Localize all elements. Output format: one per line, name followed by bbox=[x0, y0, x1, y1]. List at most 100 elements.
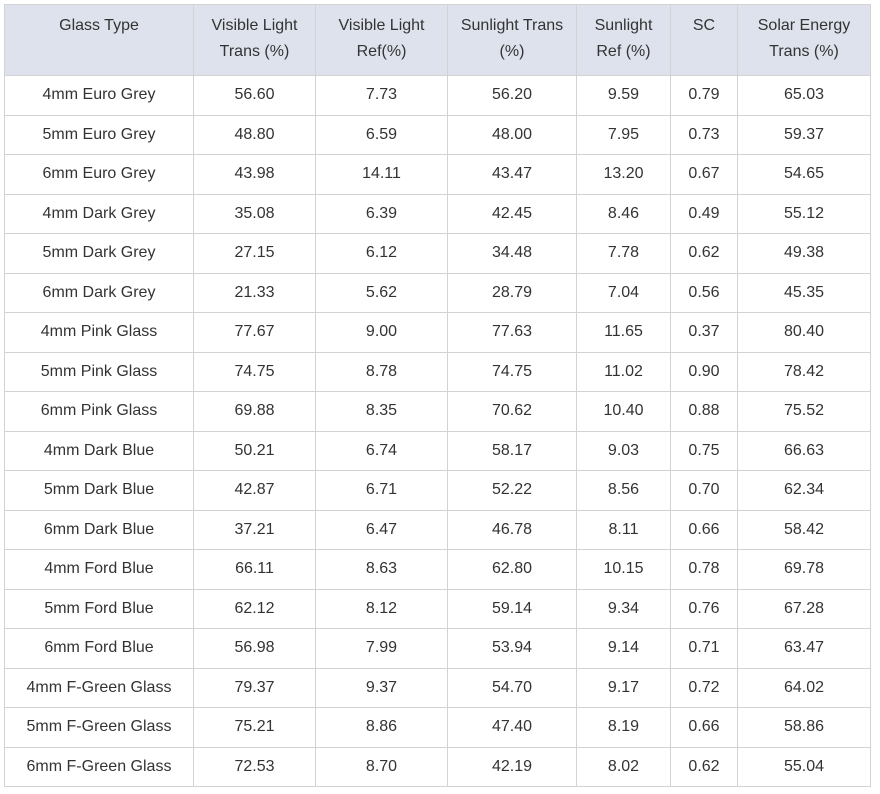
glass-spec-table-container: Glass Type Visible Light Trans (%) Visib… bbox=[4, 4, 871, 787]
cell-sunlight-ref: 8.46 bbox=[576, 193, 671, 234]
table-body: 4mm Euro Grey 56.60 7.73 56.20 9.59 0.79 65.03… bbox=[4, 75, 871, 787]
cell-glass-type: 4mm F-Green Glass bbox=[4, 667, 194, 708]
cell-visible-light-ref: 6.39 bbox=[315, 193, 448, 234]
cell-glass-type: 4mm Dark Blue bbox=[4, 430, 194, 471]
cell-visible-light-ref: 5.62 bbox=[315, 272, 448, 313]
table-row: 6mm F-Green Glass 72.53 8.70 42.19 8.02 0.62 5… bbox=[4, 746, 871, 787]
cell-sc: 0.78 bbox=[670, 549, 738, 590]
cell-sunlight-ref: 8.02 bbox=[576, 746, 671, 787]
cell-glass-type: 5mm Dark Grey bbox=[4, 233, 194, 274]
table-row: 5mm Euro Grey 48.80 6.59 48.00 7.95 0.73 59.37 bbox=[4, 114, 871, 155]
cell-glass-type: 5mm Pink Glass bbox=[4, 351, 194, 392]
table-row: 4mm Pink Glass 77.67 9.00 77.63 11.65 0.37 80.… bbox=[4, 312, 871, 353]
cell-visible-light-ref: 6.59 bbox=[315, 114, 448, 155]
cell-visible-light-trans: 43.98 bbox=[193, 154, 316, 195]
cell-solar-energy-trans: 65.03 bbox=[737, 75, 871, 116]
table-row: 6mm Ford Blue 56.98 7.99 53.94 9.14 0.71 63.47 bbox=[4, 628, 871, 669]
cell-sunlight-ref: 7.04 bbox=[576, 272, 671, 313]
table-row: 4mm Ford Blue 66.11 8.63 62.80 10.15 0.78 69.7… bbox=[4, 549, 871, 590]
cell-sunlight-ref: 8.56 bbox=[576, 470, 671, 511]
cell-sunlight-ref: 10.15 bbox=[576, 549, 671, 590]
col-header-solar-energy-trans: Solar Energy Trans (%) bbox=[737, 4, 871, 76]
cell-sunlight-ref: 9.59 bbox=[576, 75, 671, 116]
cell-sc: 0.37 bbox=[670, 312, 738, 353]
cell-sunlight-trans: 42.19 bbox=[447, 746, 577, 787]
cell-sunlight-trans: 59.14 bbox=[447, 588, 577, 629]
cell-visible-light-ref: 7.73 bbox=[315, 75, 448, 116]
cell-glass-type: 5mm Dark Blue bbox=[4, 470, 194, 511]
cell-visible-light-trans: 42.87 bbox=[193, 470, 316, 511]
table-row: 6mm Dark Grey 21.33 5.62 28.79 7.04 0.56 45.35 bbox=[4, 272, 871, 313]
cell-glass-type: 5mm Euro Grey bbox=[4, 114, 194, 155]
cell-solar-energy-trans: 58.42 bbox=[737, 509, 871, 550]
table-row: 5mm Pink Glass 74.75 8.78 74.75 11.02 0.90 78.… bbox=[4, 351, 871, 392]
cell-glass-type: 6mm F-Green Glass bbox=[4, 746, 194, 787]
cell-visible-light-trans: 35.08 bbox=[193, 193, 316, 234]
cell-sc: 0.62 bbox=[670, 233, 738, 274]
header-row: Glass Type Visible Light Trans (%) Visib… bbox=[4, 4, 871, 76]
cell-sc: 0.71 bbox=[670, 628, 738, 669]
table-row: 4mm Dark Blue 50.21 6.74 58.17 9.03 0.75 66.63 bbox=[4, 430, 871, 471]
cell-sc: 0.56 bbox=[670, 272, 738, 313]
cell-sunlight-trans: 77.63 bbox=[447, 312, 577, 353]
cell-sunlight-trans: 62.80 bbox=[447, 549, 577, 590]
table-row: 6mm Euro Grey 43.98 14.11 43.47 13.20 0.67 54.… bbox=[4, 154, 871, 195]
cell-visible-light-trans: 37.21 bbox=[193, 509, 316, 550]
cell-glass-type: 6mm Ford Blue bbox=[4, 628, 194, 669]
cell-visible-light-ref: 7.99 bbox=[315, 628, 448, 669]
cell-sunlight-trans: 46.78 bbox=[447, 509, 577, 550]
table-row: 5mm Ford Blue 62.12 8.12 59.14 9.34 0.76 67.28 bbox=[4, 588, 871, 629]
cell-visible-light-ref: 9.00 bbox=[315, 312, 448, 353]
cell-sunlight-trans: 43.47 bbox=[447, 154, 577, 195]
cell-sunlight-ref: 13.20 bbox=[576, 154, 671, 195]
cell-visible-light-trans: 77.67 bbox=[193, 312, 316, 353]
glass-spec-table: Glass Type Visible Light Trans (%) Visib… bbox=[4, 4, 871, 787]
table-row: 4mm F-Green Glass 79.37 9.37 54.70 9.17 0.72 6… bbox=[4, 667, 871, 708]
cell-visible-light-trans: 56.98 bbox=[193, 628, 316, 669]
cell-sunlight-trans: 47.40 bbox=[447, 707, 577, 748]
cell-solar-energy-trans: 54.65 bbox=[737, 154, 871, 195]
table-row: 5mm Dark Grey 27.15 6.12 34.48 7.78 0.62 49.38 bbox=[4, 233, 871, 274]
cell-glass-type: 5mm F-Green Glass bbox=[4, 707, 194, 748]
cell-solar-energy-trans: 58.86 bbox=[737, 707, 871, 748]
cell-sunlight-trans: 34.48 bbox=[447, 233, 577, 274]
col-header-visible-light-ref: Visible Light Ref(%) bbox=[315, 4, 448, 76]
cell-sunlight-trans: 74.75 bbox=[447, 351, 577, 392]
cell-sunlight-trans: 42.45 bbox=[447, 193, 577, 234]
cell-sunlight-trans: 53.94 bbox=[447, 628, 577, 669]
cell-sunlight-trans: 58.17 bbox=[447, 430, 577, 471]
cell-visible-light-trans: 21.33 bbox=[193, 272, 316, 313]
cell-sc: 0.67 bbox=[670, 154, 738, 195]
cell-visible-light-ref: 8.63 bbox=[315, 549, 448, 590]
cell-sunlight-trans: 54.70 bbox=[447, 667, 577, 708]
cell-glass-type: 6mm Euro Grey bbox=[4, 154, 194, 195]
cell-solar-energy-trans: 67.28 bbox=[737, 588, 871, 629]
table-row: 6mm Pink Glass 69.88 8.35 70.62 10.40 0.88 75.… bbox=[4, 391, 871, 432]
col-header-glass-type: Glass Type bbox=[4, 4, 194, 76]
cell-sc: 0.66 bbox=[670, 509, 738, 550]
cell-sunlight-ref: 8.19 bbox=[576, 707, 671, 748]
cell-visible-light-ref: 6.71 bbox=[315, 470, 448, 511]
cell-visible-light-ref: 6.47 bbox=[315, 509, 448, 550]
cell-solar-energy-trans: 62.34 bbox=[737, 470, 871, 511]
cell-sunlight-ref: 9.14 bbox=[576, 628, 671, 669]
cell-visible-light-trans: 72.53 bbox=[193, 746, 316, 787]
cell-visible-light-ref: 8.70 bbox=[315, 746, 448, 787]
cell-sc: 0.90 bbox=[670, 351, 738, 392]
table-row: 4mm Dark Grey 35.08 6.39 42.45 8.46 0.49 55.12 bbox=[4, 193, 871, 234]
cell-glass-type: 4mm Pink Glass bbox=[4, 312, 194, 353]
cell-sunlight-trans: 70.62 bbox=[447, 391, 577, 432]
cell-solar-energy-trans: 69.78 bbox=[737, 549, 871, 590]
cell-glass-type: 6mm Pink Glass bbox=[4, 391, 194, 432]
cell-sunlight-ref: 11.65 bbox=[576, 312, 671, 353]
cell-sunlight-trans: 56.20 bbox=[447, 75, 577, 116]
cell-sunlight-ref: 11.02 bbox=[576, 351, 671, 392]
cell-sunlight-ref: 9.34 bbox=[576, 588, 671, 629]
table-row: 5mm Dark Blue 42.87 6.71 52.22 8.56 0.70 62.34 bbox=[4, 470, 871, 511]
cell-glass-type: 4mm Ford Blue bbox=[4, 549, 194, 590]
cell-sc: 0.62 bbox=[670, 746, 738, 787]
cell-sc: 0.79 bbox=[670, 75, 738, 116]
cell-solar-energy-trans: 80.40 bbox=[737, 312, 871, 353]
cell-visible-light-trans: 66.11 bbox=[193, 549, 316, 590]
cell-sunlight-ref: 10.40 bbox=[576, 391, 671, 432]
